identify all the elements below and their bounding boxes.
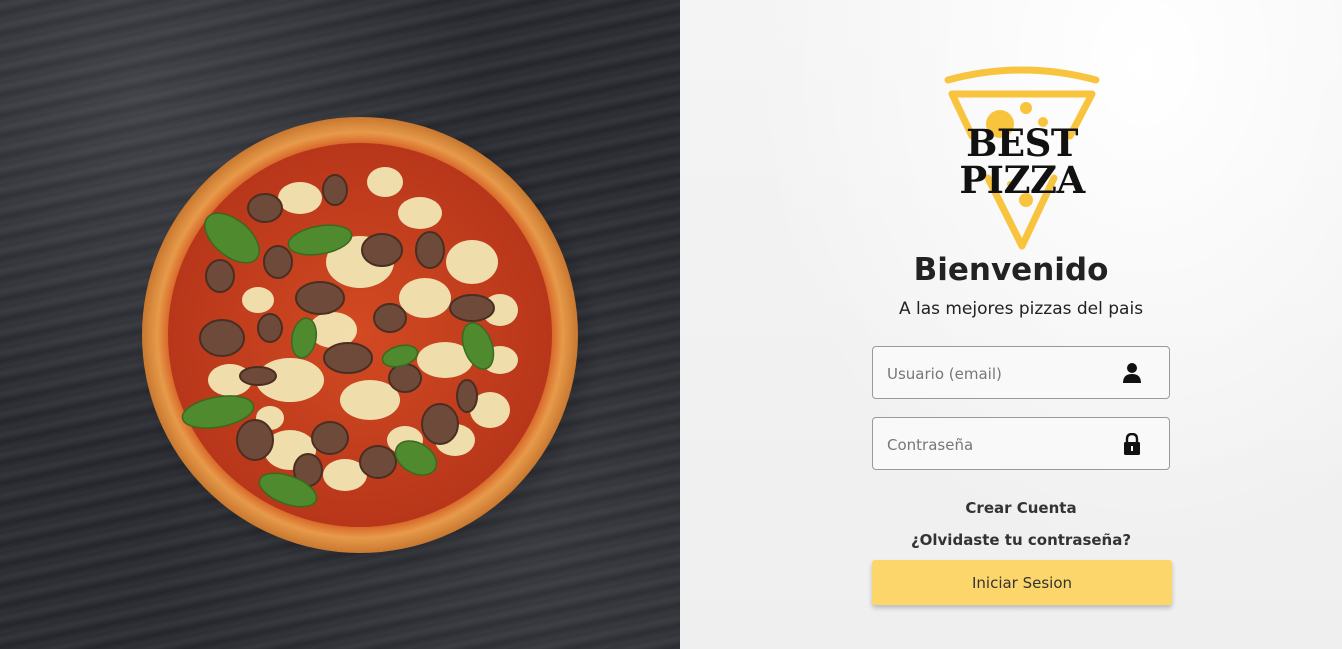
lock-icon [1124,433,1140,455]
email-field[interactable] [872,346,1170,400]
brand-logo: BEST PIZZA [902,66,1142,254]
login-button[interactable]: Iniciar Sesion [872,560,1172,605]
forgot-password-link[interactable]: ¿Olvidaste tu contraseña? [680,531,1342,549]
password-input[interactable] [885,418,1119,471]
welcome-title: Bienvenido [913,252,1109,288]
login-panel: BEST PIZZA Bienvenido A las mejores pizz… [680,0,1342,649]
user-icon [1123,363,1141,383]
create-account-link[interactable]: Crear Cuenta [680,499,1342,517]
email-input[interactable] [885,347,1119,400]
welcome-subtitle: A las mejores pizzas del pais [898,299,1144,319]
password-field[interactable] [872,417,1170,471]
hero-pizza-image [0,0,680,649]
pizza-illustration [136,110,600,574]
brand-name: BEST PIZZA [959,121,1085,202]
